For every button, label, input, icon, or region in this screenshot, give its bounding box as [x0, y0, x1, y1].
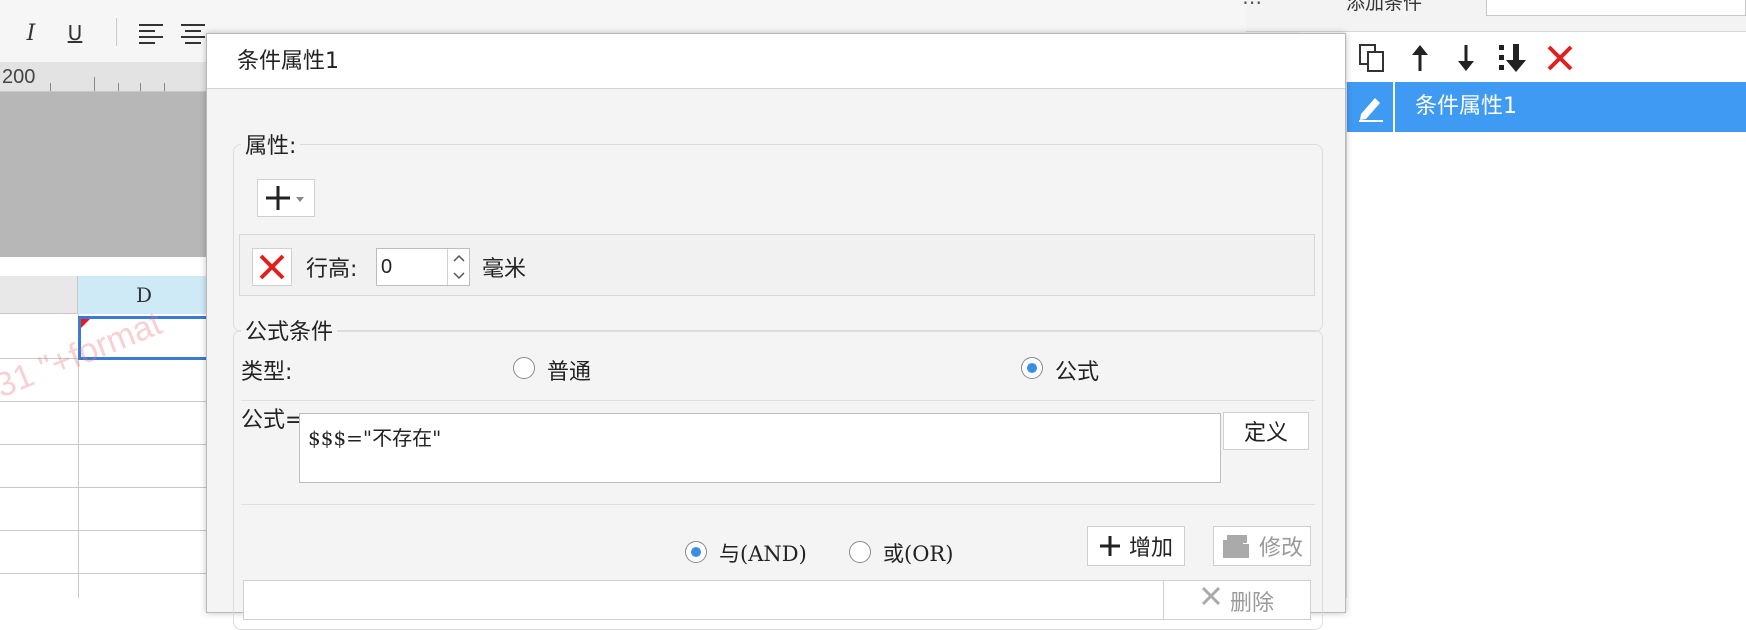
- italic-button[interactable]: I: [16, 18, 46, 48]
- align-left-icon: [139, 24, 163, 44]
- ruler-tick: [118, 83, 119, 91]
- define-button[interactable]: 定义: [1223, 412, 1309, 450]
- ruler-tick: [140, 83, 141, 91]
- formula-input[interactable]: $$$="不存在": [299, 413, 1221, 483]
- column-header-row: D: [0, 276, 210, 314]
- grid-line: [0, 573, 210, 574]
- row-height-label: 行高:: [306, 257, 358, 282]
- add-condition-label: 添加条件: [1346, 0, 1423, 14]
- add-condition-button[interactable]: 增加: [1087, 526, 1185, 566]
- toolbar-divider: [116, 18, 117, 46]
- row-height-unit: 毫米: [482, 257, 527, 282]
- attribute-group-title: 属性:: [241, 128, 301, 160]
- row-height-value[interactable]: 0: [381, 249, 392, 285]
- dialog-title: 条件属性1: [207, 34, 1345, 89]
- grid-line: [0, 487, 210, 488]
- delete-icon: [1201, 586, 1221, 606]
- logic-and-radio[interactable]: [685, 541, 707, 563]
- modify-button[interactable]: 修改: [1213, 526, 1311, 566]
- plus-icon: [1099, 536, 1120, 556]
- align-center-icon: [181, 24, 205, 44]
- add-attribute-button[interactable]: [257, 179, 315, 217]
- move-up-button[interactable]: [1402, 40, 1438, 76]
- plus-dropdown-icon: [266, 186, 304, 210]
- logic-or-radio[interactable]: [849, 541, 871, 563]
- condition-list-item[interactable]: 条件属性1: [1347, 82, 1746, 132]
- condition-header-bar: ⋯ 添加条件: [1242, 0, 1746, 32]
- delete-icon: [259, 254, 285, 280]
- formula-label: 公式=: [241, 408, 304, 433]
- formula-value[interactable]: $$$="不存在": [308, 422, 441, 451]
- delete-button-label: 删除: [1229, 591, 1274, 616]
- divider: [241, 504, 1315, 505]
- delete-icon: [1547, 45, 1573, 71]
- stepper-down-icon[interactable]: [448, 267, 469, 285]
- type-formula-label[interactable]: 公式: [1055, 354, 1099, 386]
- align-left-button[interactable]: [136, 18, 166, 48]
- modify-icon: [1222, 535, 1249, 558]
- delete-button[interactable]: 删除: [1163, 580, 1311, 620]
- type-formula-radio[interactable]: [1021, 357, 1043, 379]
- underline-button[interactable]: U: [60, 18, 90, 48]
- more-icon[interactable]: ⋯: [1242, 0, 1262, 14]
- logic-and-label[interactable]: 与(AND): [719, 538, 807, 568]
- condition-property-dialog: 条件属性1 属性: 行高: 0 毫米 公式条件 类型: 普通 公式 公式= $$…: [206, 33, 1346, 630]
- cell-marker-icon: [81, 319, 90, 328]
- move-bottom-button[interactable]: [1496, 40, 1532, 76]
- ruler-label: 200: [2, 66, 36, 88]
- delete-condition-button[interactable]: [1542, 40, 1578, 76]
- copy-button[interactable]: [1354, 40, 1390, 76]
- grid-line: [0, 530, 210, 531]
- type-label: 类型:: [241, 360, 293, 385]
- condition-input[interactable]: [1486, 0, 1746, 16]
- type-normal-label[interactable]: 普通: [547, 354, 591, 386]
- stepper-arrows[interactable]: [447, 249, 469, 285]
- condition-expression-list[interactable]: [243, 580, 1173, 620]
- move-down-button[interactable]: [1448, 40, 1484, 76]
- ruler-tick: [94, 77, 95, 91]
- type-normal-radio[interactable]: [513, 357, 535, 379]
- column-header-c[interactable]: [0, 276, 78, 314]
- logic-or-label[interactable]: 或(OR): [883, 538, 953, 568]
- condition-list: 条件属性1: [1346, 82, 1746, 598]
- row-height-attribute: 行高: 0 毫米: [239, 234, 1315, 296]
- copy-icon: [1359, 44, 1384, 72]
- define-button-label: 定义: [1243, 421, 1288, 446]
- edit-icon: [1347, 82, 1395, 132]
- grid-line: [0, 401, 210, 402]
- condition-list-toolbar: [1346, 32, 1746, 82]
- arrow-down-icon: [1458, 45, 1474, 71]
- grid-line: [0, 444, 210, 445]
- formula-condition-title: 公式条件: [241, 314, 338, 346]
- ruler-tick: [164, 83, 165, 91]
- add-button-label: 增加: [1128, 536, 1173, 561]
- remove-attribute-button[interactable]: [252, 248, 292, 286]
- divider: [241, 400, 1315, 401]
- horizontal-ruler: 200: [0, 62, 210, 92]
- arrow-up-icon: [1412, 45, 1428, 71]
- move-to-bottom-icon: [1499, 44, 1526, 72]
- stepper-up-icon[interactable]: [448, 249, 469, 267]
- canvas-background: [0, 92, 210, 257]
- ruler-tick: [50, 83, 51, 91]
- row-height-stepper[interactable]: 0: [376, 248, 470, 286]
- condition-list-item-label: 条件属性1: [1415, 94, 1517, 119]
- modify-button-label: 修改: [1258, 536, 1303, 561]
- align-center-button[interactable]: [178, 18, 208, 48]
